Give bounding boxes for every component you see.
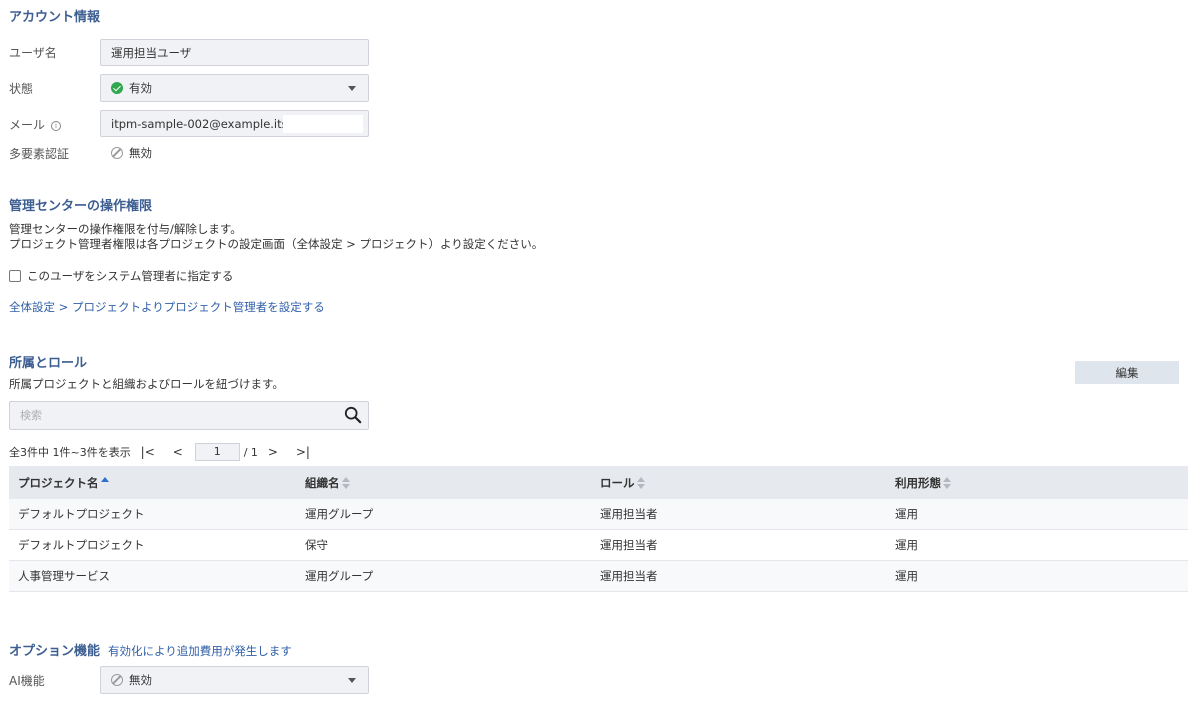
roles-table: プロジェクト名 組織名 ロール 利用形態 デフォルトプロジェクト 運用グループ … <box>9 466 1188 592</box>
column-organization[interactable]: 組織名 <box>305 475 600 491</box>
column-project-label: プロジェクト名 <box>18 475 99 490</box>
column-role-label: ロール <box>600 475 635 490</box>
mail-label: メール <box>9 118 46 132</box>
mail-redaction <box>283 115 363 133</box>
search-input[interactable] <box>10 402 330 429</box>
info-icon[interactable]: i <box>51 120 62 131</box>
chevron-down-icon <box>348 86 356 91</box>
ai-label: AI機能 <box>9 674 45 688</box>
pager-summary: 全3件中 1件~3件を表示 <box>9 446 131 459</box>
admin-description: 管理センターの操作権限を付与/解除します。 プロジェクト管理者権限は各プロジェク… <box>9 222 543 252</box>
last-page-icon[interactable]: >| <box>288 445 318 459</box>
table-row[interactable]: デフォルトプロジェクト 保守 運用担当者 運用 <box>9 530 1188 561</box>
username-value: 運用担当ユーザ <box>111 45 192 60</box>
check-circle-icon <box>111 82 123 94</box>
mail-value: itpm-sample-002@example.itsm- <box>111 116 303 131</box>
ai-value: 無効 <box>129 673 152 687</box>
cell-project: デフォルトプロジェクト <box>18 507 145 521</box>
column-organization-label: 組織名 <box>305 475 340 490</box>
ban-icon <box>111 147 123 159</box>
roles-description: 所属プロジェクトと組織およびロールを紐づけます。 <box>9 377 284 391</box>
column-project[interactable]: プロジェクト名 <box>9 475 305 491</box>
options-title: オプション機能 <box>9 644 101 659</box>
sort-icon[interactable] <box>636 477 645 489</box>
cell-project: 人事管理サービス <box>18 569 110 583</box>
system-admin-checkbox[interactable] <box>9 270 21 282</box>
ai-select[interactable]: 無効 <box>100 666 369 694</box>
table-row[interactable]: 人事管理サービス 運用グループ 運用担当者 運用 <box>9 561 1188 592</box>
search-icon[interactable] <box>344 406 362 424</box>
mfa-label: 多要素認証 <box>9 147 70 161</box>
cell-role: 運用担当者 <box>600 507 658 521</box>
ban-icon <box>111 674 123 686</box>
username-field[interactable]: 運用担当ユーザ <box>100 39 369 66</box>
cell-project: デフォルトプロジェクト <box>18 538 145 552</box>
column-role[interactable]: ロール <box>600 475 895 491</box>
status-label: 状態 <box>9 82 34 96</box>
cell-organization: 運用グループ <box>305 507 374 521</box>
username-label: ユーザ名 <box>9 46 57 60</box>
table-row[interactable]: デフォルトプロジェクト 運用グループ 運用担当者 運用 <box>9 499 1188 530</box>
admin-desc-line2: プロジェクト管理者権限は各プロジェクトの設定画面（全体設定 > プロジェクト）よ… <box>9 237 544 251</box>
cell-usage: 運用 <box>895 569 918 583</box>
sort-icon[interactable] <box>943 477 951 489</box>
roles-section-title: 所属とロール <box>9 356 88 371</box>
status-value: 有効 <box>129 81 152 95</box>
column-usage-label: 利用形態 <box>895 475 941 490</box>
edit-button[interactable]: 編集 <box>1075 361 1179 384</box>
sort-asc-icon[interactable] <box>100 477 109 489</box>
prev-page-icon[interactable]: < <box>163 445 193 459</box>
first-page-icon[interactable]: |< <box>133 445 163 459</box>
next-page-icon[interactable]: > <box>258 445 288 459</box>
cell-organization: 保守 <box>305 538 328 552</box>
cell-organization: 運用グループ <box>305 569 374 583</box>
status-select[interactable]: 有効 <box>100 74 369 102</box>
admin-section-title: 管理センターの操作権限 <box>9 199 153 214</box>
system-admin-option[interactable]: このユーザをシステム管理者に指定する <box>9 268 233 284</box>
page-number-input[interactable]: 1 <box>194 443 240 461</box>
cell-role: 運用担当者 <box>600 538 658 552</box>
account-section-title: アカウント情報 <box>9 10 101 25</box>
column-usage[interactable]: 利用形態 <box>895 475 1188 491</box>
chevron-down-icon <box>348 678 356 683</box>
options-section-title: オプション機能 有効化により追加費用が発生します <box>9 640 292 659</box>
mfa-status: 無効 <box>111 145 152 161</box>
cell-role: 運用担当者 <box>600 569 658 583</box>
mfa-value: 無効 <box>129 146 152 160</box>
cell-usage: 運用 <box>895 507 918 521</box>
search-box <box>9 401 369 430</box>
sort-icon[interactable] <box>341 477 350 489</box>
project-admin-link[interactable]: 全体設定 > プロジェクトよりプロジェクト管理者を設定する <box>9 299 325 315</box>
pagination: 全3件中 1件~3件を表示 |< < 1 / 1 > >| <box>9 442 318 462</box>
options-cost-note: 有効化により追加費用が発生します <box>108 644 292 658</box>
admin-desc-line1: 管理センターの操作権限を付与/解除します。 <box>9 222 242 236</box>
mail-field[interactable]: itpm-sample-002@example.itsm- <box>100 110 369 137</box>
cell-usage: 運用 <box>895 538 918 552</box>
pager-total: / 1 <box>243 445 258 459</box>
table-header: プロジェクト名 組織名 ロール 利用形態 <box>9 466 1188 499</box>
system-admin-checkbox-label: このユーザをシステム管理者に指定する <box>27 269 234 283</box>
mail-label-row: メール i <box>9 116 62 133</box>
